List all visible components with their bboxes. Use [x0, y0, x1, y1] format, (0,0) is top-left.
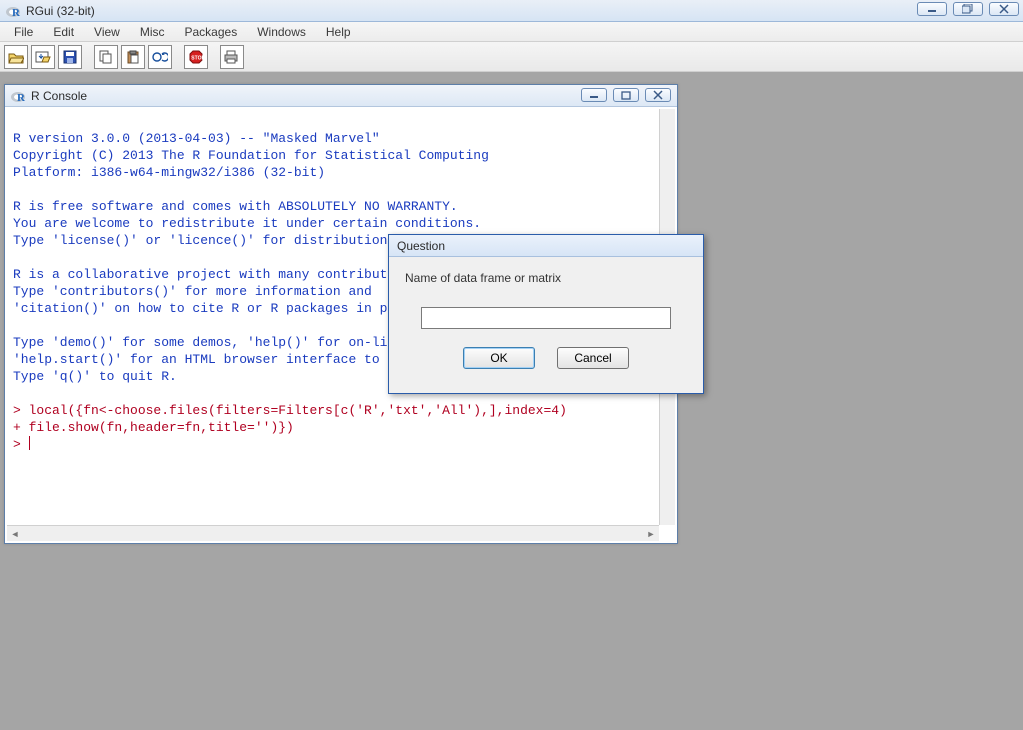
scroll-right-icon[interactable]: ►	[643, 526, 659, 542]
menu-file[interactable]: File	[4, 23, 43, 41]
menubar: File Edit View Misc Packages Windows Hel…	[0, 22, 1023, 42]
console-close-button[interactable]	[645, 88, 671, 102]
console-window-title: R Console	[31, 89, 87, 103]
r-logo-icon: R	[6, 3, 22, 19]
main-titlebar: R RGui (32-bit)	[0, 0, 1023, 22]
main-minimize-button[interactable]	[917, 2, 947, 16]
menu-windows[interactable]: Windows	[247, 23, 316, 41]
toolbar-copy-paste-icon[interactable]	[148, 45, 172, 69]
main-close-button[interactable]	[989, 2, 1019, 16]
console-minimize-button[interactable]	[581, 88, 607, 102]
rgui-main-window: R RGui (32-bit) File Edit View Misc Pack…	[0, 0, 1023, 730]
console-maximize-button[interactable]	[613, 88, 639, 102]
console-horizontal-scrollbar[interactable]: ◄ ►	[7, 525, 659, 541]
dialog-text-input[interactable]	[421, 307, 671, 329]
cancel-button[interactable]: Cancel	[557, 347, 629, 369]
main-window-title: RGui (32-bit)	[26, 4, 95, 18]
menu-help[interactable]: Help	[316, 23, 361, 41]
dialog-titlebar: Question	[389, 235, 703, 257]
menu-misc[interactable]: Misc	[130, 23, 175, 41]
menu-edit[interactable]: Edit	[43, 23, 84, 41]
svg-text:STOP: STOP	[191, 55, 203, 61]
scroll-left-icon[interactable]: ◄	[7, 526, 23, 542]
toolbar-save-icon[interactable]	[58, 45, 82, 69]
question-dialog: Question Name of data frame or matrix OK…	[388, 234, 704, 394]
menu-packages[interactable]: Packages	[175, 23, 248, 41]
dialog-prompt-label: Name of data frame or matrix	[405, 271, 687, 285]
ok-button[interactable]: OK	[463, 347, 535, 369]
menu-view[interactable]: View	[84, 23, 130, 41]
r-logo-icon: R	[11, 88, 27, 104]
dialog-title: Question	[397, 239, 445, 253]
mdi-client-area: R R Console R version 3.0.0 (2013-	[0, 72, 1023, 730]
console-titlebar: R R Console	[5, 85, 677, 107]
toolbar-print-icon[interactable]	[220, 45, 244, 69]
toolbar-load-workspace-icon[interactable]	[31, 45, 55, 69]
toolbar-stop-icon[interactable]: STOP	[184, 45, 208, 69]
toolbar-open-icon[interactable]	[4, 45, 28, 69]
main-restore-button[interactable]	[953, 2, 983, 16]
toolbar-paste-icon[interactable]	[121, 45, 145, 69]
toolbar-copy-icon[interactable]	[94, 45, 118, 69]
dialog-body: Name of data frame or matrix OK Cancel	[389, 257, 703, 379]
svg-text:R: R	[12, 7, 21, 19]
toolbar: STOP	[0, 42, 1023, 72]
svg-text:R: R	[17, 92, 26, 104]
